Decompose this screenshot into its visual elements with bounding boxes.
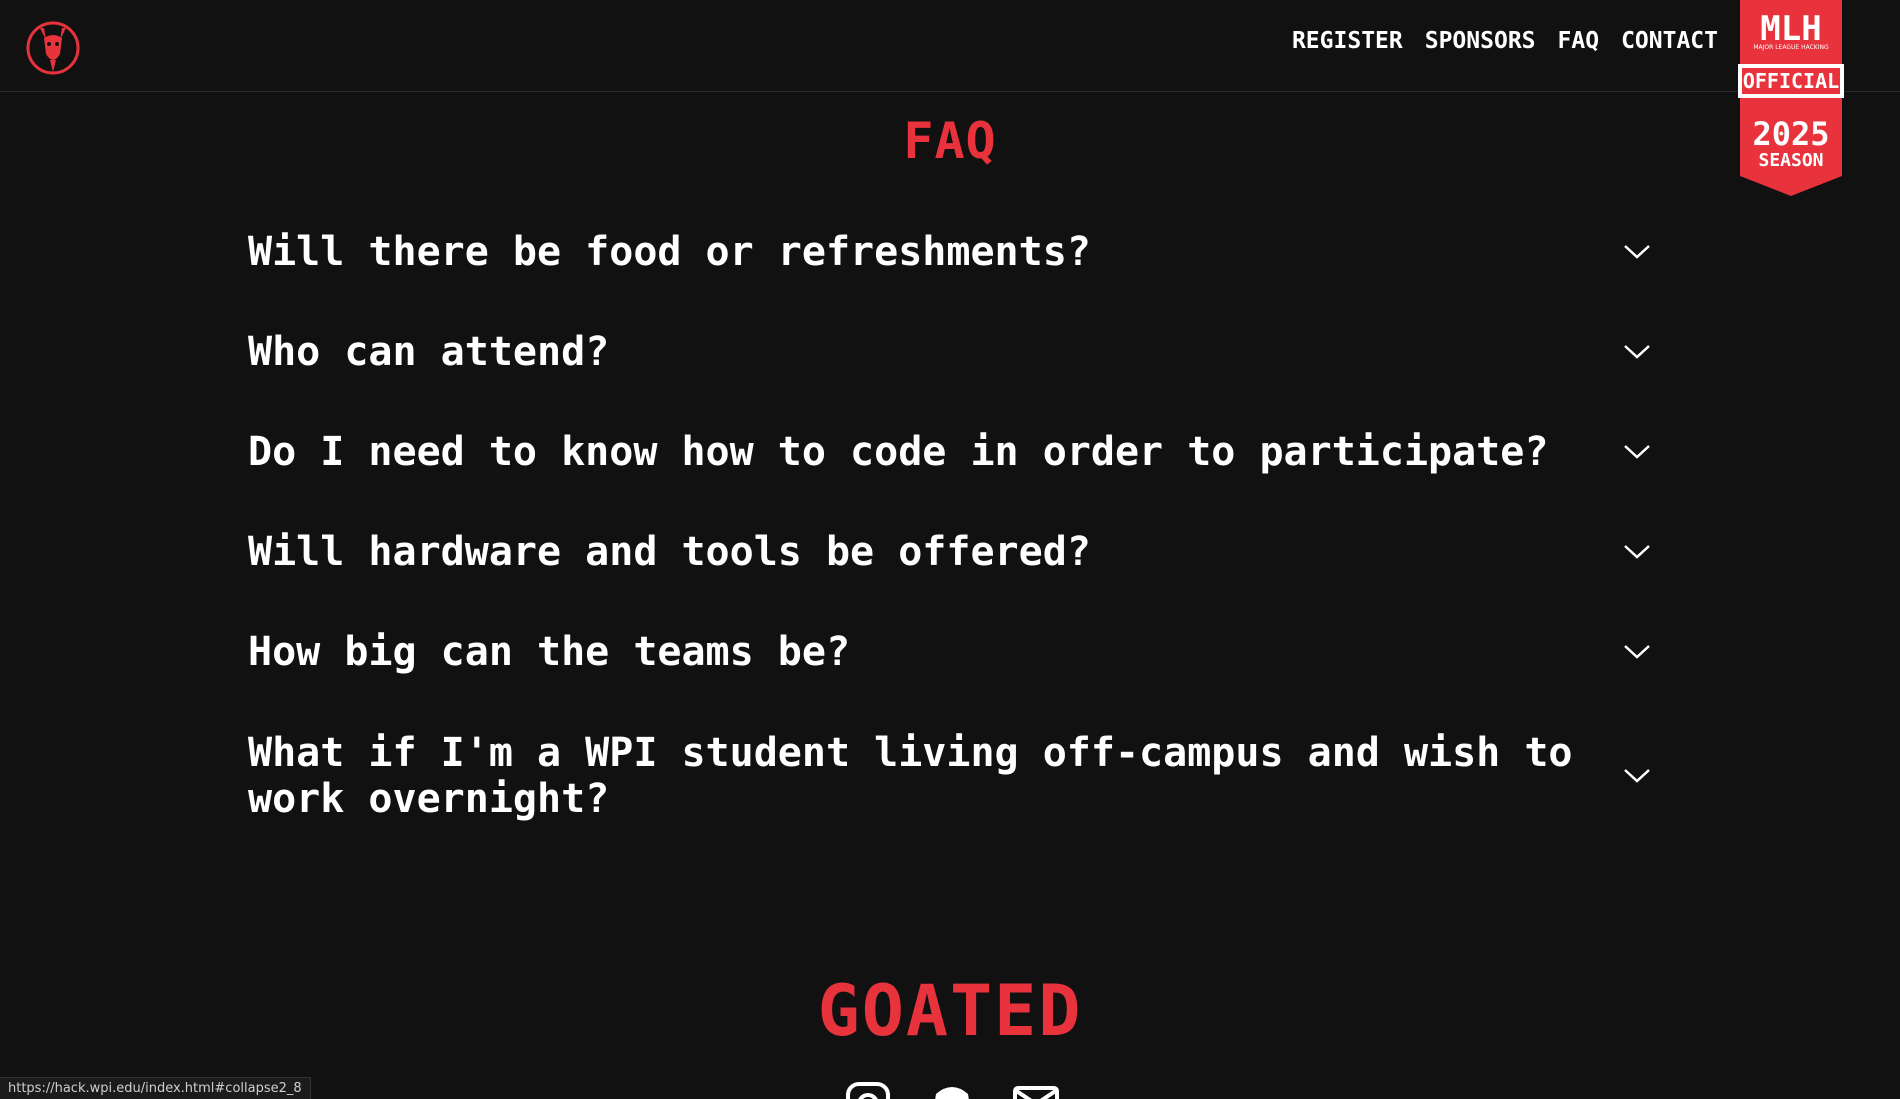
goat-logo-icon[interactable]	[24, 14, 82, 76]
faq-heading: FAQ	[903, 112, 997, 170]
email-icon[interactable]	[1012, 1080, 1060, 1099]
main-nav: REGISTER SPONSORS FAQ CONTACT	[1292, 28, 1718, 54]
faq-question: Will hardware and tools be offered?	[248, 529, 1091, 575]
faq-item-need-to-code[interactable]: Do I need to know how to code in order t…	[248, 420, 1658, 484]
faq-question: Do I need to know how to code in order t…	[248, 429, 1549, 475]
faq-question: How big can the teams be?	[248, 629, 851, 675]
status-bar-url: https://hack.wpi.edu/index.html#collapse…	[0, 1077, 311, 1099]
chevron-down-icon[interactable]	[1622, 642, 1652, 662]
social-links	[844, 1080, 1060, 1099]
chevron-down-icon[interactable]	[1622, 442, 1652, 462]
faq-item-who-can-attend[interactable]: Who can attend?	[248, 320, 1658, 384]
chevron-down-icon[interactable]	[1622, 766, 1652, 786]
faq-item-hardware[interactable]: Will hardware and tools be offered?	[248, 520, 1658, 584]
site-header: REGISTER SPONSORS FAQ CONTACT	[0, 0, 1900, 92]
chevron-down-icon[interactable]	[1622, 542, 1652, 562]
nav-faq-link[interactable]: FAQ	[1558, 28, 1600, 54]
faq-question: Will there be food or refreshments?	[248, 229, 1091, 275]
faq-item-team-size[interactable]: How big can the teams be?	[248, 620, 1658, 684]
faq-question: Who can attend?	[248, 329, 610, 375]
page: REGISTER SPONSORS FAQ CONTACT MLH MAJOR …	[0, 0, 1900, 1099]
faq-item-food[interactable]: Will there be food or refreshments?	[248, 220, 1658, 284]
mlh-brand-text: MLH	[1760, 9, 1821, 49]
nav-contact-link[interactable]: CONTACT	[1621, 28, 1718, 54]
nav-register-link[interactable]: REGISTER	[1292, 28, 1403, 54]
mlh-tagline-text: MAJOR LEAGUE HACKING	[1753, 44, 1829, 51]
instagram-icon[interactable]	[844, 1080, 892, 1099]
nav-sponsors-link[interactable]: SPONSORS	[1425, 28, 1536, 54]
discord-icon[interactable]	[928, 1080, 976, 1099]
faq-question: What if I'm a WPI student living off-cam…	[248, 730, 1573, 822]
faq-item-off-campus[interactable]: What if I'm a WPI student living off-cam…	[248, 726, 1658, 826]
chevron-down-icon[interactable]	[1622, 242, 1652, 262]
mlh-official-text: OFFICIAL	[1743, 69, 1839, 93]
footer-brand-logo: GOATED	[817, 970, 1083, 1052]
chevron-down-icon[interactable]	[1622, 342, 1652, 362]
